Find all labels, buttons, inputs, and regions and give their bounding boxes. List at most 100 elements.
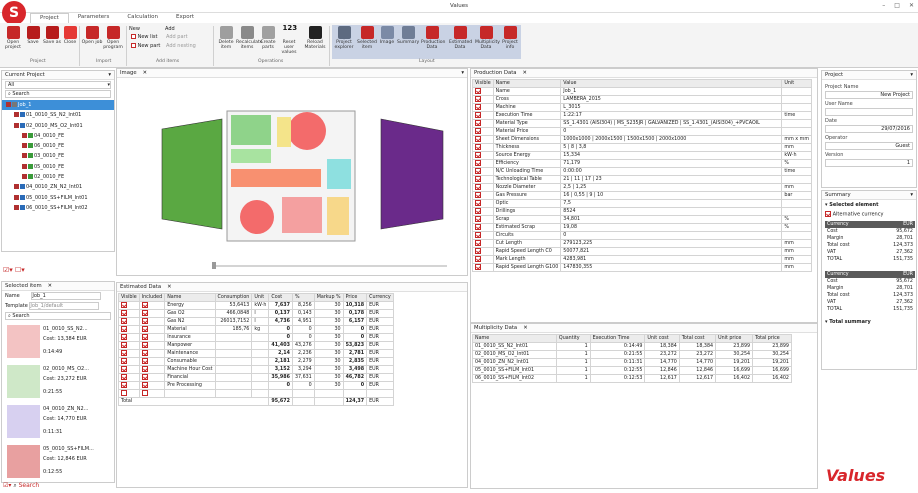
checkbox[interactable] [141,334,148,341]
table-row[interactable]: Optic 7,5 [472,199,812,208]
new-part-button[interactable]: New part [131,43,160,49]
project-explorer-button[interactable]: Project explorer [333,26,355,50]
item-search-input[interactable]: ⌕ Search [5,312,111,320]
production-data-button[interactable]: Production Data [421,26,445,50]
checkbox[interactable] [475,112,481,119]
checkbox[interactable] [121,390,127,397]
operator-field[interactable]: Guest [825,142,913,150]
table-row[interactable]: Efficiency 71,179% [472,159,812,168]
version-field[interactable]: 1 [825,159,913,167]
alt-currency-checkbox[interactable]: Alternative currency [822,210,916,219]
checkbox[interactable] [141,390,148,397]
tree-item[interactable]: 04_0010_ZN_N2_Int01 [2,182,114,192]
tree-item[interactable]: 02_0010_MS_O2_Int01 [2,121,114,131]
filter-select[interactable]: All ▾ [5,81,111,89]
checkbox[interactable] [475,216,481,223]
checkbox[interactable] [141,366,148,373]
checkbox[interactable] [141,302,148,309]
table-row[interactable]: 04_0010_ZN_N2_Int01 1 0:11:31 14,770 14,770 1… [472,358,792,367]
open-program-button[interactable]: Open program [102,26,124,50]
checkbox[interactable] [475,256,481,263]
table-row[interactable]: Maintenance 2,14 2,236 30 2,781 EUR [118,349,394,358]
table-row[interactable]: Manpower 41,403 43,276 30 53,823 EUR [118,341,394,350]
tree-item[interactable]: 05_0010_SS+FILM_Int01 [2,193,114,203]
selected-element-header[interactable]: ▾ Selected element [822,200,916,210]
table-row[interactable]: Consumable 2,181 2,279 30 2,835 EUR [118,357,394,366]
table-row[interactable]: 01_0010_SS_N2_Int01 1 0:14:49 18,384 18,384 2… [472,342,792,351]
tree-item[interactable]: 02_0010_FE [2,172,114,182]
image-button[interactable]: Image [376,26,398,45]
checkbox[interactable] [121,342,127,349]
item-name-field[interactable]: Job_1 [31,292,102,300]
open-job-button[interactable]: Open job [81,26,103,45]
selected-item-button[interactable]: Selected item [356,26,378,50]
checkbox[interactable] [475,104,481,111]
table-row[interactable]: Source Energy 15,334 kW·h [472,151,812,160]
tab-parameters[interactable]: Parameters [69,13,118,23]
create-parts-button[interactable]: Create parts [257,26,279,50]
template-field[interactable]: Job_1/default [29,302,100,310]
part-thumbnail[interactable]: 01_0010_SS_N2... Cost: 13,384 EUR 0:14:49 [5,322,114,361]
checkbox[interactable] [475,168,481,175]
tree-item[interactable]: 06_0010_FE [2,141,114,151]
checkbox[interactable] [475,208,481,215]
app-logo-button[interactable]: S [2,1,26,25]
table-row[interactable]: Financial 35,986 37,631 30 46,782 EUR [118,373,394,382]
pin-icon[interactable]: ▾ [108,71,111,80]
checkbox[interactable] [141,358,148,365]
table-row[interactable]: Cross LAMBERA_2015 [472,95,812,104]
table-row[interactable]: Technological Table 21 | 11 | 17 | 23 [472,175,812,184]
tree-item[interactable]: 04_0010_FE [2,131,114,141]
add-nesting-button[interactable]: Add nesting [166,43,196,49]
table-row[interactable]: N/C Unloading Time 0:00:00 time [472,167,812,176]
table-row[interactable]: Rapid Speed Length C0 50077,821 mm [472,247,812,256]
checkbox[interactable] [475,248,481,255]
open-project-button[interactable]: Open project [2,26,24,50]
checkbox[interactable] [121,382,127,389]
table-row[interactable]: Material Price 0 [472,127,812,136]
checkbox[interactable] [141,342,148,349]
table-row[interactable]: Mark Length 4283,981 mm [472,255,812,264]
table-row[interactable] [118,389,394,398]
close-icon[interactable]: ✕ [523,70,527,76]
table-row[interactable]: Nozzle Diameter 2,5 | 1,25 mm [472,183,812,192]
total-summary-header[interactable]: ▾ Total summary [822,315,916,329]
nesting-preview[interactable] [117,79,467,275]
close-project-button[interactable]: Close [59,26,81,45]
table-row[interactable]: Drillings 8524 [472,207,812,216]
table-row[interactable]: Name Job_1 [472,87,812,96]
project-toolbar-icons[interactable]: ☑▾ ☐▾ [3,266,25,274]
table-row[interactable]: Gas Pressure 16 | 0,55 | 9 | 10 bar [472,191,812,200]
delete-item-button[interactable]: Delete item [215,26,237,50]
checkbox[interactable] [475,160,481,167]
checkbox[interactable] [475,128,481,135]
table-row[interactable]: Material 185,76 kg 0 0 30 0 EUR [118,325,394,334]
reload-materials-button[interactable]: Reload Materials [304,26,326,50]
table-row[interactable]: Machine L_3015 [472,103,812,112]
minimize-button[interactable]: – [882,2,885,9]
tree-item-job[interactable]: Job_1 [2,100,114,111]
project-info-button[interactable]: Project info [499,26,521,50]
table-row[interactable]: Material Type SS_1.4301 (AISI304) | MS_S2… [472,119,812,128]
table-row[interactable]: Gas N2 26013,7152 l 4,736 4,951 30 6,157 EUR [118,317,394,326]
tab-export[interactable]: Export [167,13,203,23]
checkbox[interactable] [475,224,481,231]
table-row[interactable]: Cut Length 279123,225 mm [472,239,812,248]
table-row[interactable]: Sheet Dimensions 1000x1000 | 2000x1500 | … [472,135,812,144]
checkbox[interactable] [141,350,148,357]
item-toolbar[interactable]: ☑▾ ⌕ Search [3,482,39,490]
table-row[interactable]: Pre Processing 0 0 30 0 EUR [118,381,394,390]
checkbox[interactable] [121,326,127,333]
checkbox[interactable] [141,326,148,333]
date-field[interactable]: 29/07/2016 [825,125,913,133]
checkbox[interactable] [121,334,127,341]
checkbox[interactable] [121,374,127,381]
checkbox[interactable] [475,232,481,239]
maximize-button[interactable]: □ [894,2,900,9]
checkbox[interactable] [475,88,481,95]
close-icon[interactable]: ✕ [143,70,147,76]
checkbox[interactable] [475,176,481,183]
checkbox[interactable] [121,302,127,309]
tree-item[interactable]: 03_0010_FE [2,151,114,161]
tab-calculation[interactable]: Calculation [118,13,167,23]
